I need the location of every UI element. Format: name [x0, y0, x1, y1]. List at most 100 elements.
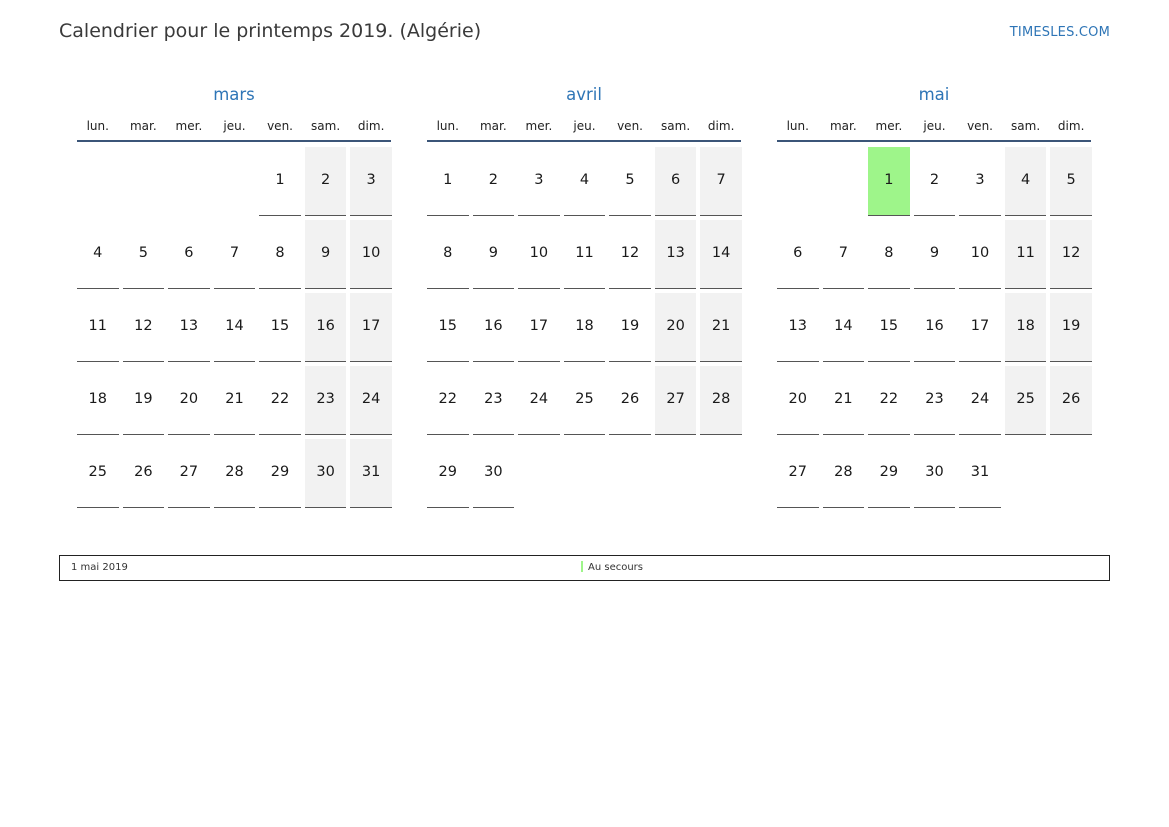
weekday-label: mer.	[875, 119, 903, 133]
weekday-label: jeu.	[573, 119, 596, 133]
day-cell: 31	[350, 439, 392, 508]
day-cell: 3	[350, 147, 392, 216]
day-cell: 7	[822, 220, 865, 289]
page-title: Calendrier pour le printemps 2019. (Algé…	[59, 20, 482, 42]
day-cell: 26	[122, 439, 165, 508]
day-cell: 21	[700, 293, 742, 362]
day-cell: 2	[913, 147, 956, 216]
day-cell: 23	[304, 366, 347, 435]
day-cell: 12	[122, 293, 165, 362]
day-cell: 27	[777, 439, 819, 508]
day-cell: 12	[1050, 220, 1092, 289]
day-cell: 14	[700, 220, 742, 289]
day-cell: 19	[1050, 293, 1092, 362]
weekday-label: mer.	[175, 119, 203, 133]
day-grid: 1 2 3 4 5 6 7 8 9 10 11 12 13 14 15 16 17 18 19 20 21 22 23 24 2…	[77, 147, 392, 508]
brand-link[interactable]: TIMESLES.COM	[1010, 25, 1110, 40]
weekday-label: ven.	[267, 119, 293, 133]
day-cell: 20	[168, 366, 210, 435]
day-cell: 28	[213, 439, 256, 508]
day-cell: 16	[304, 293, 347, 362]
day-cell: 9	[304, 220, 347, 289]
day-cell: 6	[777, 220, 819, 289]
day-cell: 13	[777, 293, 819, 362]
day-cell: 25	[1004, 366, 1047, 435]
weekday-header: lun. mar. mer. jeu. ven. sam. dim.	[777, 108, 1091, 142]
day-cell: 6	[168, 220, 210, 289]
day-cell: 26	[609, 366, 651, 435]
weekday-label: jeu.	[923, 119, 946, 133]
legend-item-label: Au secours	[588, 562, 643, 573]
day-cell: 26	[1050, 366, 1092, 435]
day-cell: 25	[77, 439, 119, 508]
day-cell: 27	[168, 439, 210, 508]
day-cell: 16	[913, 293, 956, 362]
weekday-label: mar.	[129, 119, 157, 133]
day-cell: 14	[822, 293, 865, 362]
day-cell: 10	[959, 220, 1001, 289]
day-cell: 12	[609, 220, 651, 289]
day-cell: 29	[427, 439, 469, 508]
day-cell: 29	[868, 439, 910, 508]
day-cell: 19	[609, 293, 651, 362]
day-cell: 17	[518, 293, 560, 362]
day-cell: 10	[518, 220, 560, 289]
day-cell: 9	[472, 220, 515, 289]
day-cell: 28	[700, 366, 742, 435]
weekday-label: dim.	[1057, 119, 1085, 133]
day-cell: 1	[259, 147, 301, 216]
day-cell: 23	[913, 366, 956, 435]
legend-color-swatch	[581, 560, 583, 572]
day-cell: 15	[259, 293, 301, 362]
weekday-header: lun. mar. mer. jeu. ven. sam. dim.	[427, 108, 741, 142]
month-calendar: avril lun. mar. mer. jeu. ven. sam. dim.…	[427, 82, 742, 508]
day-cell: 19	[122, 366, 165, 435]
day-cell: 2	[304, 147, 347, 216]
day-cell: 3	[959, 147, 1001, 216]
legend-box: 1 mai 2019 Au secours	[59, 555, 1110, 581]
weekday-label: sam.	[661, 119, 691, 133]
day-cell: 8	[868, 220, 910, 289]
holiday-day-cell: 1	[868, 147, 910, 216]
day-cell: 11	[1004, 220, 1047, 289]
day-cell: 20	[777, 366, 819, 435]
empty-day-cell	[777, 147, 819, 216]
day-cell: 15	[868, 293, 910, 362]
empty-day-cell	[214, 147, 256, 216]
weekday-label: dim.	[707, 119, 735, 133]
day-cell: 8	[427, 220, 469, 289]
weekday-label: lun.	[86, 119, 109, 133]
empty-day-cell	[123, 147, 165, 216]
day-cell: 20	[654, 293, 697, 362]
legend-item: Au secours	[581, 556, 643, 580]
day-grid: 1 2 3 4 5 6 7 8 9 10 11 12 13 14 15 16 17 18 19 20 21 22 23 24 2…	[427, 147, 742, 508]
day-cell: 14	[213, 293, 256, 362]
day-grid: 1 2 3 4 5 6 7 8 9 10 11 12 13 14 15 16 17 18 19 20 21 22 23 24 2…	[777, 147, 1092, 508]
weekday-label: dim.	[357, 119, 385, 133]
day-cell: 24	[350, 366, 392, 435]
day-cell: 30	[304, 439, 347, 508]
weekday-header: lun. mar. mer. jeu. ven. sam. dim.	[77, 108, 391, 142]
day-cell: 6	[654, 147, 697, 216]
day-cell: 7	[213, 220, 256, 289]
empty-day-cell	[168, 147, 210, 216]
day-cell: 5	[1050, 147, 1092, 216]
day-cell: 21	[213, 366, 256, 435]
day-cell: 13	[654, 220, 697, 289]
weekday-label: sam.	[311, 119, 341, 133]
empty-day-cell	[77, 147, 119, 216]
day-cell: 18	[77, 366, 119, 435]
day-cell: 22	[427, 366, 469, 435]
day-cell: 15	[427, 293, 469, 362]
day-cell: 4	[1004, 147, 1047, 216]
day-cell: 3	[518, 147, 560, 216]
day-cell: 16	[472, 293, 515, 362]
day-cell: 11	[77, 293, 119, 362]
weekday-label: mar.	[829, 119, 857, 133]
day-cell: 4	[77, 220, 119, 289]
weekday-label: jeu.	[223, 119, 246, 133]
day-cell: 29	[259, 439, 301, 508]
day-cell: 24	[959, 366, 1001, 435]
day-cell: 17	[959, 293, 1001, 362]
day-cell: 1	[427, 147, 469, 216]
